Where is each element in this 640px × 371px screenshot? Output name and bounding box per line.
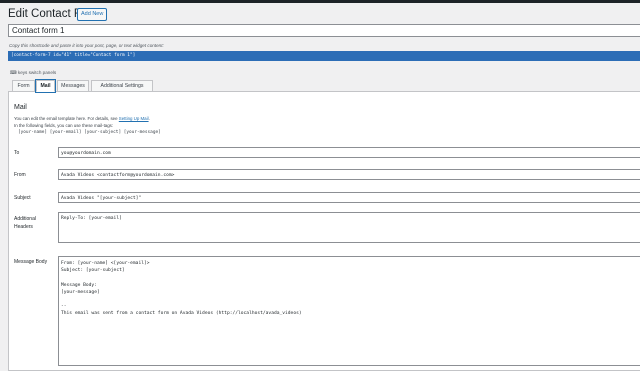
from-label: From (14, 172, 26, 178)
mail-tags-list: [your-name] [your-email] [your-subject] … (18, 130, 161, 135)
shortcode-hint: Copy this shortcode and paste it into yo… (9, 43, 164, 48)
subject-label: Subject (14, 195, 31, 201)
form-title-input[interactable]: Contact form 1 (8, 24, 640, 37)
to-label: To (14, 150, 20, 156)
mail-tags-intro: In the following fields, you can use the… (14, 123, 114, 128)
additional-headers-field[interactable]: Reply-To: [your-email] (58, 212, 640, 243)
subject-field[interactable]: Avada Videos "[your-subject]" (58, 192, 640, 203)
mail-description: You can edit the email template here. Fo… (14, 116, 150, 121)
additional-headers-label-line1: Additional (14, 216, 36, 222)
additional-headers-label: Additional Headers (14, 216, 36, 230)
tab-form[interactable]: Form (12, 80, 35, 92)
tab-additional-settings[interactable]: Additional Settings (91, 80, 153, 92)
mail-description-end: . (148, 116, 150, 121)
add-new-button[interactable]: Add New (77, 8, 108, 21)
tab-mail[interactable]: Mail (35, 79, 56, 93)
shortcode-field[interactable]: [contact-form-7 id="41" title="Contact f… (8, 51, 640, 61)
setting-up-mail-link[interactable]: Setting Up Mail (119, 116, 149, 121)
message-body-label: Message Body (14, 259, 48, 265)
message-body-field[interactable]: From: [your-name] <[your-email]> Subject… (58, 256, 640, 366)
mail-heading: Mail (14, 104, 27, 111)
additional-headers-label-line2: Headers (14, 224, 33, 230)
keys-switch-hint: ⌨ keys switch panels (10, 70, 57, 75)
tab-messages[interactable]: Messages (57, 80, 89, 92)
from-field[interactable]: Avada Videos <contactform@yourdomain.com… (58, 169, 640, 180)
to-field[interactable]: you@yourdomain.com (58, 147, 640, 158)
admin-top-bar (0, 0, 640, 3)
mail-description-text: You can edit the email template here. Fo… (14, 116, 119, 121)
